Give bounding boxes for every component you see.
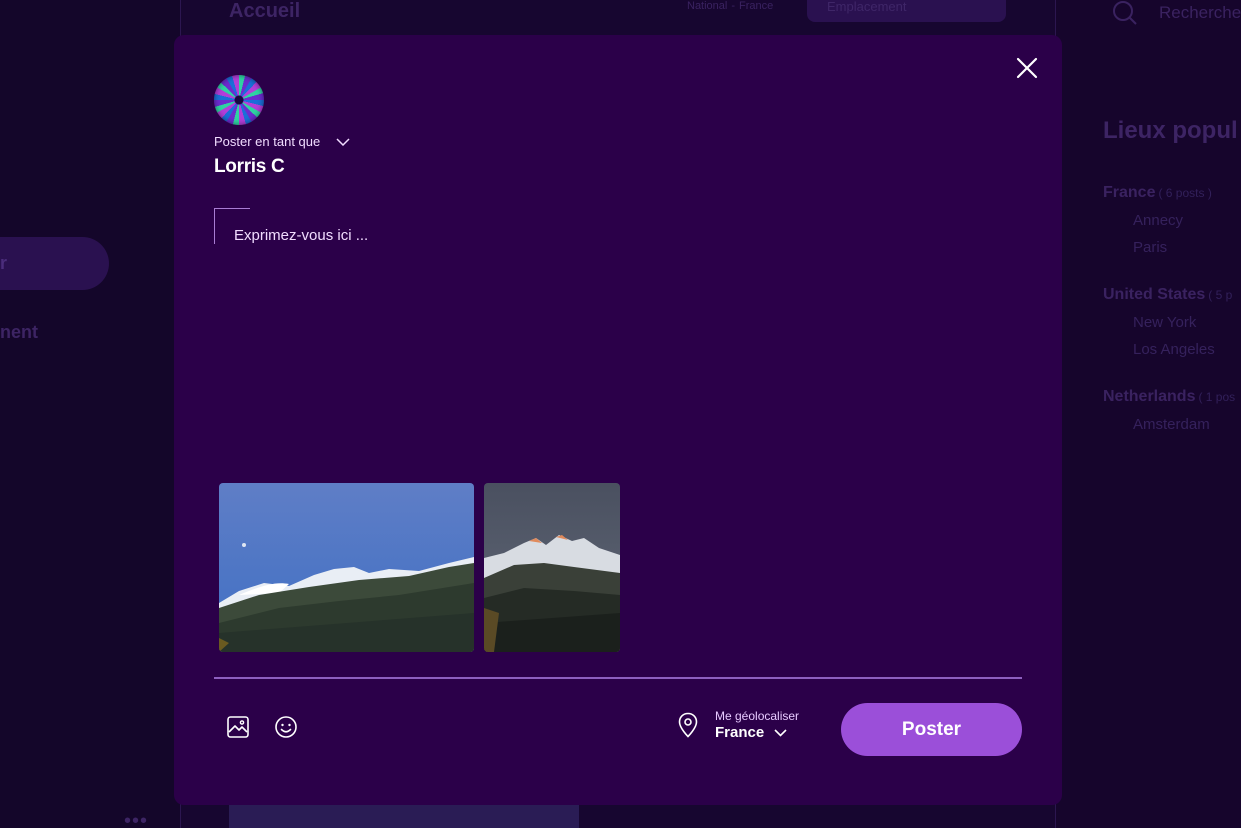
city-item[interactable]: Amsterdam xyxy=(1133,416,1210,433)
username: Lorris C xyxy=(214,156,285,177)
geolocate-value: France xyxy=(715,724,799,741)
attached-image[interactable] xyxy=(484,483,620,652)
breadcrumb-item[interactable]: France xyxy=(739,0,773,12)
country-name: France xyxy=(1103,184,1156,201)
avatar xyxy=(214,75,264,125)
country-count: ( 5 p xyxy=(1208,288,1233,302)
location-pin-icon xyxy=(678,712,698,738)
country-count: ( 1 pos xyxy=(1198,390,1236,404)
feed-image xyxy=(229,805,579,828)
country-item[interactable]: Netherlands( 1 pos xyxy=(1103,388,1235,406)
post-text-area xyxy=(214,208,834,468)
submit-post-button[interactable]: Poster xyxy=(841,703,1022,756)
close-icon[interactable] xyxy=(1014,55,1040,81)
geolocate-country: France xyxy=(715,724,765,741)
city-item[interactable]: Los Angeles xyxy=(1133,341,1215,358)
country-item[interactable]: United States( 5 p xyxy=(1103,286,1232,304)
geolocation-selector[interactable]: Me géolocaliser France xyxy=(677,709,799,741)
location-select[interactable]: Emplacement xyxy=(807,0,1006,22)
breadcrumb: National - France xyxy=(687,0,774,12)
sidebar-item-label: r xyxy=(0,253,8,273)
more-options-icon[interactable]: ••• xyxy=(124,810,148,828)
image-icon[interactable] xyxy=(226,715,250,739)
search-input[interactable]: Recherche xyxy=(1159,3,1241,23)
country-item[interactable]: France( 6 posts ) xyxy=(1103,184,1212,202)
popular-places-title: Lieux popul xyxy=(1103,117,1238,144)
breadcrumb-item[interactable]: National xyxy=(687,0,727,12)
country-count: ( 6 posts ) xyxy=(1158,186,1212,200)
right-panel: Recherche Lieux popul France( 6 posts ) … xyxy=(1056,0,1241,828)
post-as-label: Poster en tant que xyxy=(214,134,321,149)
divider xyxy=(214,677,1022,679)
city-item[interactable]: Paris xyxy=(1133,239,1167,256)
geolocate-label: Me géolocaliser xyxy=(715,709,800,723)
page-title: Accueil xyxy=(229,0,301,22)
location-select-placeholder: Emplacement xyxy=(827,0,907,14)
sidebar-active-item[interactable]: r xyxy=(0,237,109,290)
emoji-icon[interactable] xyxy=(274,715,298,739)
attached-image[interactable] xyxy=(219,483,474,652)
chevron-down-icon xyxy=(774,728,787,737)
sidebar: r nent ••• xyxy=(0,0,180,828)
post-as-selector[interactable]: Poster en tant que xyxy=(214,134,350,149)
chevron-down-icon xyxy=(336,137,350,146)
sidebar-item[interactable]: nent xyxy=(0,322,38,343)
country-name: Netherlands xyxy=(1103,388,1196,405)
country-name: United States xyxy=(1103,286,1206,303)
city-item[interactable]: New York xyxy=(1133,314,1196,331)
create-post-modal: Poster en tant que Lorris C Exprimez-vou… xyxy=(174,35,1062,805)
post-text-input[interactable] xyxy=(234,227,814,447)
search-icon[interactable] xyxy=(1112,0,1138,26)
city-item[interactable]: Annecy xyxy=(1133,212,1183,229)
